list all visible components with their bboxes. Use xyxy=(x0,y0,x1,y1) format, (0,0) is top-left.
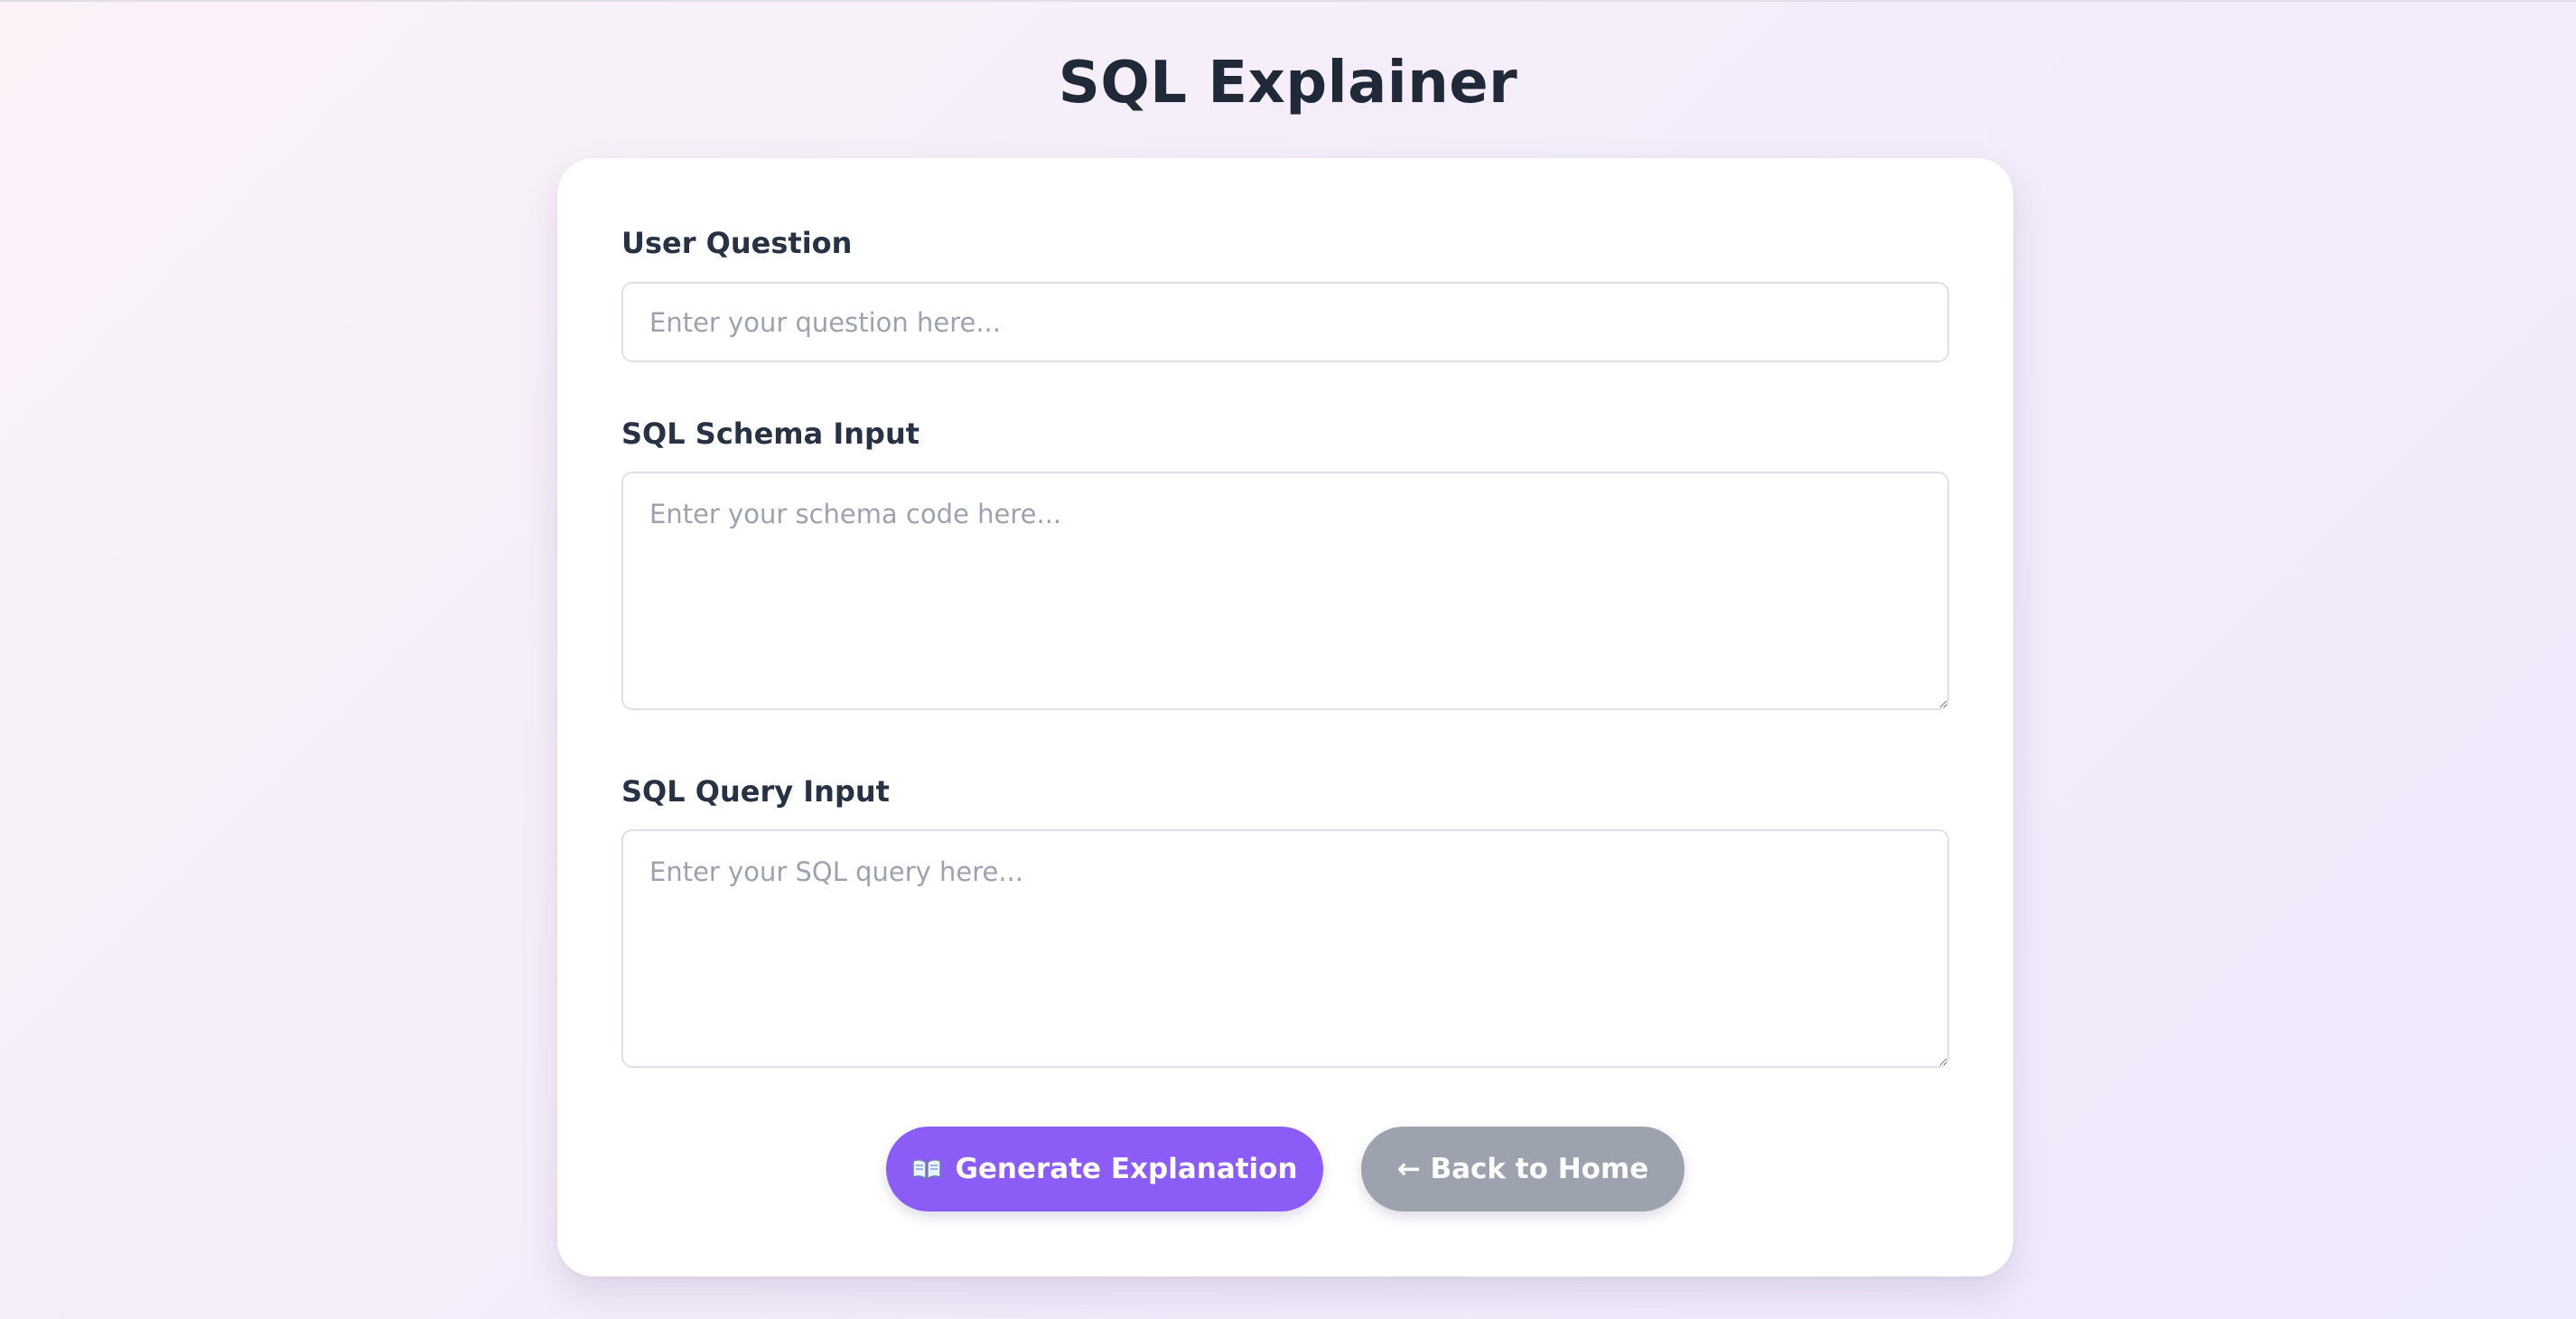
sql-schema-textarea[interactable] xyxy=(621,472,1949,710)
open-book-icon xyxy=(911,1157,942,1181)
generate-explanation-label: Generate Explanation xyxy=(955,1153,1298,1185)
sql-query-textarea[interactable] xyxy=(621,829,1949,1068)
generate-explanation-button[interactable]: Generate Explanation xyxy=(886,1127,1323,1211)
top-border xyxy=(0,0,2576,2)
sql-schema-label: SQL Schema Input xyxy=(621,416,920,451)
form-card: User Question SQL Schema Input SQL Query… xyxy=(557,158,2013,1277)
page-title: SQL Explainer xyxy=(1058,50,1518,117)
back-to-home-label: ← Back to Home xyxy=(1396,1153,1649,1185)
sql-query-label: SQL Query Input xyxy=(621,774,890,809)
user-question-label: User Question xyxy=(621,226,853,260)
back-to-home-button[interactable]: ← Back to Home xyxy=(1361,1127,1685,1211)
user-question-input[interactable] xyxy=(621,282,1949,362)
